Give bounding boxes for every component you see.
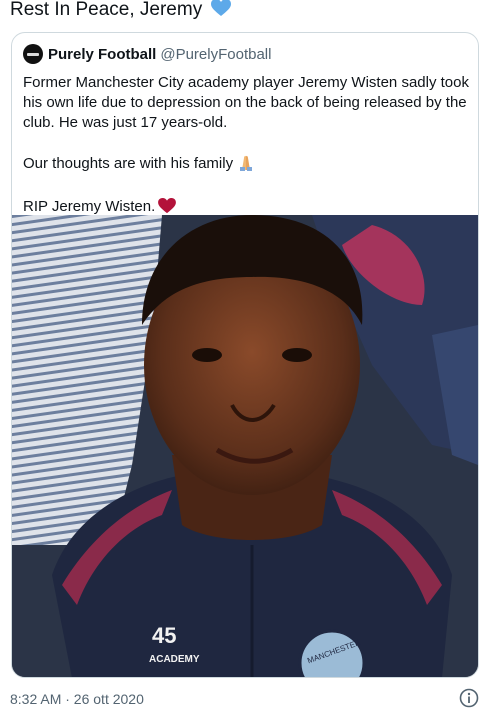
timestamp[interactable]: 8:32 AM · 26 ott 2020 — [10, 691, 144, 707]
tweet-text-content: Rest In Peace, Jeremy — [10, 0, 203, 20]
quoted-tweet-header: Purely Football @PurelyFootball — [23, 43, 271, 65]
quoted-handle[interactable]: @PurelyFootball — [160, 46, 271, 63]
quoted-tweet-card[interactable]: Purely Football @PurelyFootball Former M… — [11, 32, 479, 678]
quoted-paragraph-2: Our thoughts are with his family — [23, 153, 473, 177]
tweet-footer: 8:32 AM · 26 ott 2020 — [10, 689, 144, 709]
quoted-tweet-photo[interactable]: 45 ACADEMY MANCHESTER — [12, 215, 478, 677]
shirt-text: ACADEMY — [149, 654, 200, 665]
blue-heart-icon — [211, 0, 232, 24]
quoted-paragraph-2-text: Our thoughts are with his family — [23, 155, 234, 172]
quoted-display-name[interactable]: Purely Football — [48, 46, 156, 63]
tweet-text: Rest In Peace, Jeremy — [10, 0, 232, 24]
folded-hands-icon — [236, 153, 256, 177]
shirt-number: 45 — [152, 623, 176, 648]
portrait-photo: 45 ACADEMY MANCHESTER — [12, 215, 478, 677]
quoted-paragraph-1: Former Manchester City academy player Je… — [23, 74, 469, 131]
info-icon[interactable] — [458, 687, 480, 709]
avatar[interactable] — [23, 44, 43, 64]
quoted-paragraph-3-text: RIP Jeremy Wisten. — [23, 198, 156, 215]
